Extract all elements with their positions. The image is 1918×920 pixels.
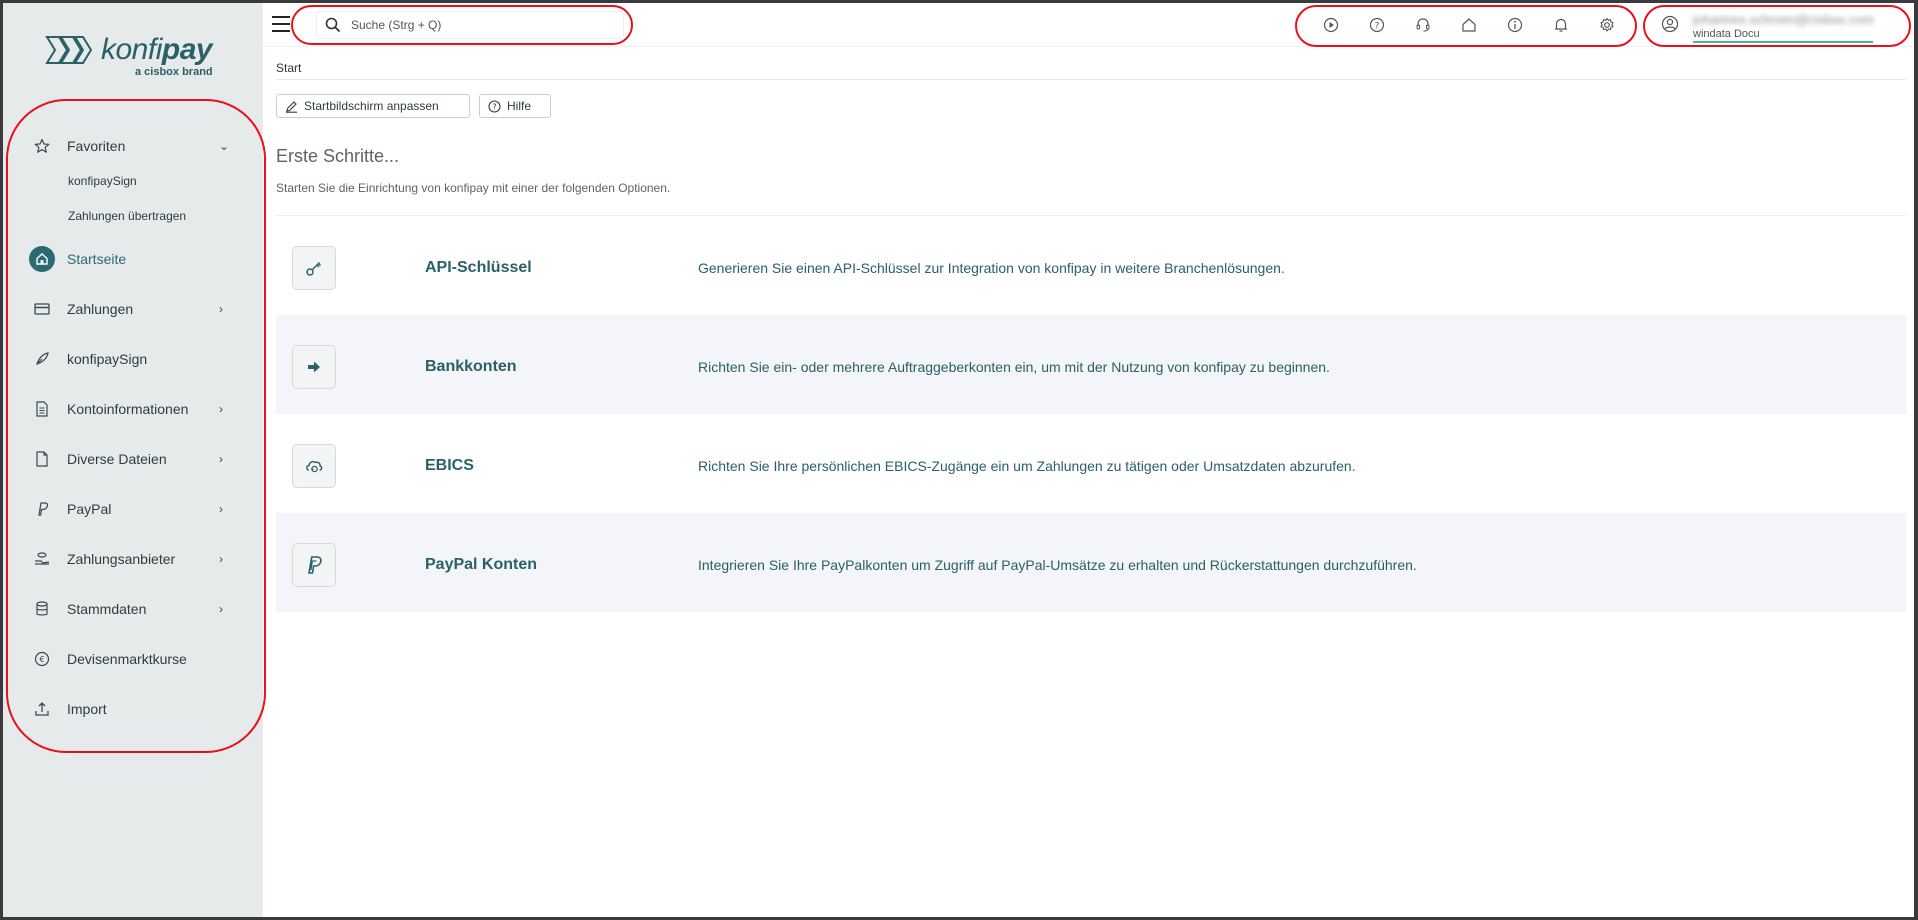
user-email: johannes.schroen@cisbox.com [1693,12,1874,27]
file-icon [29,446,55,472]
sidebar-item-import[interactable]: Import [3,691,263,727]
card-description: Integrieren Sie Ihre PayPalkonten um Zug… [698,557,1417,573]
sidebar-item-label: Import [67,701,107,717]
sidebar-item-konfipaysign[interactable]: konfipaySign [3,341,263,377]
chevron-right-icon: › [219,302,223,316]
help-label: Hilfe [507,99,532,113]
card-title: Bankkonten [425,358,517,375]
customize-start-button[interactable]: Startbildschirm anpassen [276,94,470,118]
key-icon [292,246,336,290]
sidebar-item-startseite[interactable]: Startseite [3,241,263,277]
euro-icon: € [29,646,55,672]
sidebar-item-paypal[interactable]: PayPal › [3,491,263,527]
help-icon: ? [488,99,501,113]
logo-tagline: a cisbox brand [135,66,213,78]
support-icon[interactable] [1413,15,1433,35]
page-subtitle: Starten Sie die Einrichtung von konfipay… [276,181,671,195]
help-icon[interactable]: ? [1367,15,1387,35]
card-description: Richten Sie ein- oder mehrere Auftraggeb… [698,359,1330,375]
svg-text:€: € [39,655,44,664]
chevron-right-icon: › [219,452,223,466]
card-ebics[interactable]: EBICS Richten Sie Ihre persönlichen EBIC… [276,414,1906,513]
star-icon [29,133,55,159]
breadcrumb[interactable]: Start [276,61,301,75]
paypal-icon [292,543,336,587]
pencil-icon [285,100,298,113]
search-icon [325,17,341,33]
search-box[interactable] [317,12,623,38]
favorite-zahlungen-uebertragen[interactable]: Zahlungen übertragen [68,209,186,223]
card-title: EBICS [425,457,474,474]
svg-text:?: ? [1375,22,1380,32]
arrow-right-icon [292,345,336,389]
menu-icon[interactable] [271,15,291,33]
sidebar-item-label: Devisenmarktkurse [67,651,187,667]
card-description: Richten Sie Ihre persönlichen EBICS-Zugä… [698,458,1356,474]
svg-text:?: ? [492,102,496,111]
logo-wordmark: konfipay [101,33,213,66]
sidebar-item-kontoinformationen[interactable]: Kontoinformationen › [3,391,263,427]
card-paypal-konten[interactable]: PayPal Konten Integrieren Sie Ihre PayPa… [276,513,1906,612]
bell-icon[interactable] [1551,15,1571,35]
sidebar-item-diverse-dateien[interactable]: Diverse Dateien › [3,441,263,477]
search-input[interactable] [351,15,611,35]
breadcrumb-divider [276,79,1906,80]
sidebar-item-label: Zahlungsanbieter [67,551,176,567]
sidebar-item-label: Startseite [67,251,127,267]
paypal-icon [29,496,55,522]
topbar: ? johannes.schroen@cisbox.com windata Do… [263,3,1914,47]
sidebar-item-label: Zahlungen [67,301,134,317]
sidebar-item-label: Stammdaten [67,601,147,617]
cloud-sync-icon [292,444,336,488]
user-avatar-icon [1661,15,1679,33]
help-button[interactable]: ? Hilfe [479,94,551,118]
home-icon [29,246,55,272]
sidebar-item-zahlungsanbieter[interactable]: Zahlungsanbieter › [3,541,263,577]
home-icon[interactable] [1459,15,1479,35]
coins-icon [29,546,55,572]
play-icon[interactable] [1321,15,1341,35]
customize-start-label: Startbildschirm anpassen [304,99,439,113]
info-icon[interactable] [1505,15,1525,35]
chevron-right-icon: › [219,552,223,566]
user-menu[interactable]: johannes.schroen@cisbox.com windata Docu [1653,8,1903,44]
database-icon [29,596,55,622]
page-title: Erste Schritte... [276,146,400,166]
chevron-right-icon: › [219,502,223,516]
chevron-right-icon: › [219,402,223,416]
konfipay-logo[interactable]: konfipay a cisbox brand [45,29,225,79]
sidebar-item-devisenmarktkurse[interactable]: € Devisenmarktkurse [3,641,263,677]
sidebar-item-label: Favoriten [67,138,126,154]
card-title: API-Schlüssel [425,259,532,276]
sidebar: konfipay a cisbox brand Favoriten ⌄ konf… [3,3,266,917]
card-api-schluessel[interactable]: API-Schlüssel Generieren Sie einen API-S… [276,216,1906,315]
upload-icon [29,696,55,722]
app-window: konfipay a cisbox brand Favoriten ⌄ konf… [3,3,1914,917]
settings-icon[interactable] [1597,15,1617,35]
user-organization: windata Docu [1693,28,1760,40]
feather-icon [29,346,55,372]
chevron-right-icon: › [219,602,223,616]
card-icon [29,296,55,322]
card-description: Generieren Sie einen API-Schlüssel zur I… [698,260,1285,276]
sidebar-item-stammdaten[interactable]: Stammdaten › [3,591,263,627]
favorite-konfipaysign[interactable]: konfipaySign [68,174,137,188]
sidebar-item-label: konfipaySign [67,351,148,367]
card-title: PayPal Konten [425,556,538,573]
getting-started-list: API-Schlüssel Generieren Sie einen API-S… [276,215,1906,614]
logo-mark-icon [45,36,93,64]
sidebar-item-label: Kontoinformationen [67,401,189,417]
sidebar-item-label: PayPal [67,501,112,517]
user-status-bar [1693,41,1873,43]
document-icon [29,396,55,422]
sidebar-item-zahlungen[interactable]: Zahlungen › [3,291,263,327]
sidebar-item-favoriten[interactable]: Favoriten ⌄ [3,128,263,164]
card-bankkonten[interactable]: Bankkonten Richten Sie ein- oder mehrere… [276,315,1906,414]
chevron-down-icon: ⌄ [219,139,230,153]
sidebar-item-label: Diverse Dateien [67,451,167,467]
